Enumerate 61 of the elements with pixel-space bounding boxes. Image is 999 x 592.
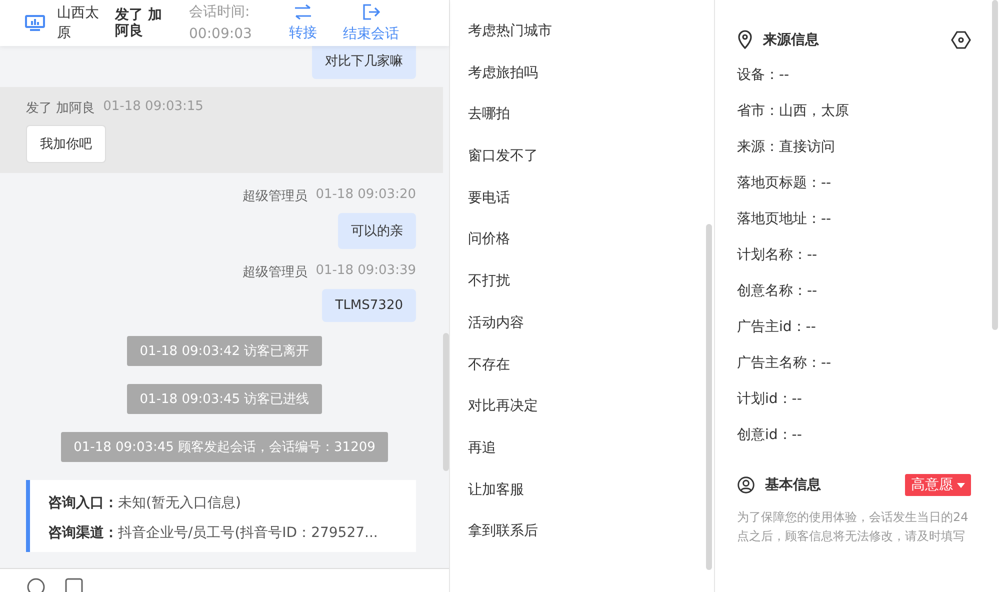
info-field: 创意名称：-- xyxy=(737,282,999,318)
notice-text: 为了保障您的使用体验，会话发生当日的24点之后，顾客信息将无法修改，请及时填写 xyxy=(737,509,970,545)
quick-reply-item[interactable]: 不存在 xyxy=(450,356,714,398)
system-notice: 01-18 09:03:42 访客已离开 xyxy=(126,336,322,366)
scrollbar[interactable] xyxy=(443,333,449,471)
scrollbar[interactable] xyxy=(706,224,712,570)
info-field: 计划名称：-- xyxy=(737,246,999,282)
message-bubble: 可以的亲 xyxy=(338,213,416,249)
system-notice: 01-18 09:03:45 顾客发起会话，会话编号：31209 xyxy=(60,432,388,462)
quick-reply-item[interactable]: 问价格 xyxy=(450,230,714,272)
duration-value: 00:09:03 xyxy=(189,25,253,44)
visitor-location: 山西太原 xyxy=(57,4,100,43)
quick-reply-item[interactable]: 考虑旅拍吗 xyxy=(450,64,714,106)
message-bubble: TLMS7320 xyxy=(322,289,416,322)
section-title: 基本信息 xyxy=(765,476,821,494)
message-time: 01-18 09:03:15 xyxy=(103,99,204,116)
exit-icon xyxy=(362,3,380,21)
image-icon[interactable] xyxy=(64,577,84,592)
settings-icon[interactable] xyxy=(951,30,971,50)
sender-name: 超级管理员 xyxy=(242,264,308,281)
info-field: 来源：直接访问 xyxy=(737,138,999,174)
entry-label: 咨询入口： xyxy=(48,495,118,511)
sender-name: 超级管理员 xyxy=(242,188,308,205)
message-bubble: 我加你吧 xyxy=(26,125,106,163)
swap-icon xyxy=(293,4,313,20)
monitor-icon xyxy=(25,13,45,33)
duration-label: 会话时间: xyxy=(189,3,251,22)
info-field: 省市：山西，太原 xyxy=(737,102,999,138)
quick-reply-item[interactable]: 去哪拍 xyxy=(450,105,714,148)
entry-label: 咨询渠道： xyxy=(48,525,118,541)
intent-tag-dropdown[interactable]: 高意愿 xyxy=(905,474,971,496)
user-icon xyxy=(737,476,755,494)
quick-reply-item[interactable]: 拿到联系后 xyxy=(450,522,714,564)
entry-value: 抖音企业号/员工号(抖音号ID：279527... xyxy=(118,525,378,541)
quick-reply-item[interactable]: 再追 xyxy=(450,438,714,481)
quick-reply-item[interactable]: 对比再决定 xyxy=(450,397,714,439)
sender-name: 发了 加阿良 xyxy=(26,100,96,117)
caret-icon xyxy=(957,482,965,488)
location-pin-icon xyxy=(737,30,753,50)
quick-reply-item[interactable]: 考虑热门城市 xyxy=(450,22,714,64)
section-title: 来源信息 xyxy=(763,31,819,49)
quick-reply-item[interactable]: 不打扰 xyxy=(450,272,714,314)
quick-reply-item[interactable]: 窗口发不了 xyxy=(450,147,714,189)
entry-value: 未知(暂无入口信息) xyxy=(118,495,241,511)
system-notice: 01-18 09:03:45 访客已进线 xyxy=(126,384,322,414)
message-time: 01-18 09:03:39 xyxy=(316,263,416,280)
info-field: 广告主名称：-- xyxy=(737,354,999,390)
scrollbar[interactable] xyxy=(992,0,998,330)
message-time: 01-18 09:03:20 xyxy=(316,187,416,204)
info-field: 广告主id：-- xyxy=(737,318,999,354)
message-bubble: 对比下几家嘛 xyxy=(312,46,416,79)
info-field: 设备：-- xyxy=(737,66,999,102)
info-field: 创意id：-- xyxy=(737,426,999,462)
emoji-icon[interactable] xyxy=(26,577,46,592)
info-field: 落地页标题：-- xyxy=(737,174,999,210)
quick-reply-item[interactable]: 要电话 xyxy=(450,188,714,230)
quick-reply-item[interactable]: 活动内容 xyxy=(450,314,714,356)
quick-reply-item[interactable]: 让加客服 xyxy=(450,480,714,522)
info-field: 落地页地址：-- xyxy=(737,210,999,246)
info-field: 计划id：-- xyxy=(737,390,999,426)
visitor-name: 发了 加阿良 xyxy=(115,7,163,39)
